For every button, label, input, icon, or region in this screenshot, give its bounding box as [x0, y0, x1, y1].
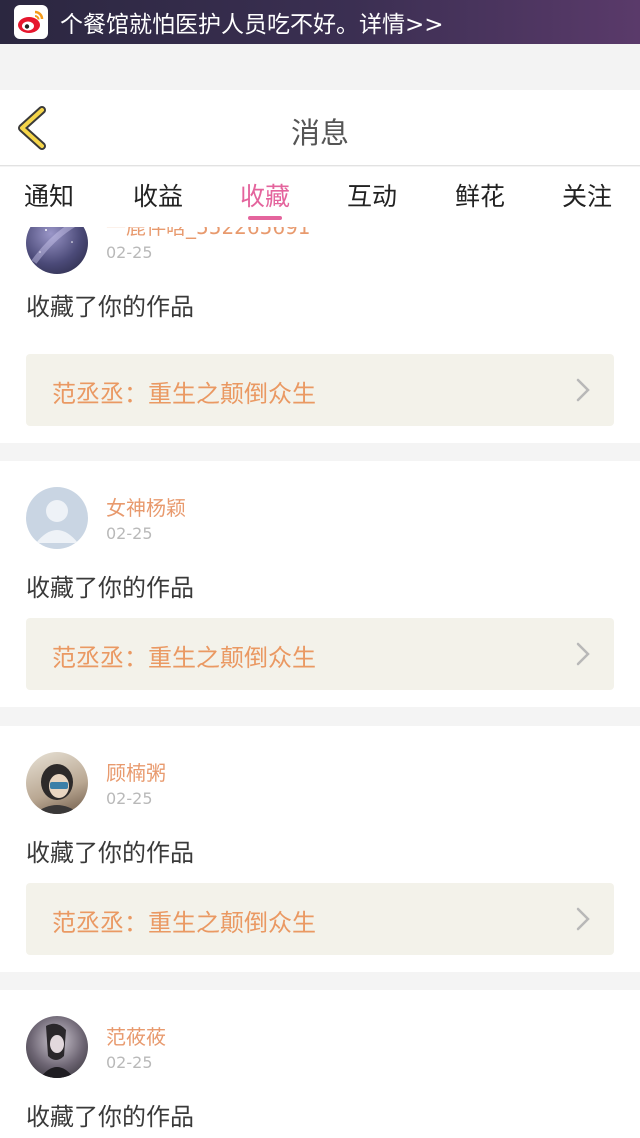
username[interactable]: 范莜莜: [106, 1021, 166, 1050]
tab-bar: 通知 收益 收藏 互动 鲜花 关注: [0, 167, 640, 227]
username[interactable]: 女神杨颖: [106, 492, 186, 521]
tab-favorites[interactable]: 收藏: [240, 177, 290, 213]
avatar[interactable]: [26, 487, 88, 549]
weibo-icon: [14, 5, 48, 39]
timestamp: 02-25: [106, 243, 153, 262]
list-item: 顾楠粥 02-25 收藏了你的作品 范丞丞：重生之颠倒众生: [0, 726, 640, 972]
active-tab-indicator: [248, 216, 282, 220]
timestamp: 02-25: [106, 789, 153, 808]
list-item: 一鹿伴晗_552265691 02-25 收藏了你的作品 范丞丞：重生之颠倒众生: [0, 227, 640, 443]
avatar[interactable]: [26, 752, 88, 814]
notification-banner[interactable]: 个餐馆就怕医护人员吃不好。详情>>: [0, 0, 640, 44]
chevron-right-icon: [576, 642, 590, 666]
work-title: 范丞丞：重生之颠倒众生: [52, 644, 316, 672]
work-title: 范丞丞：重生之颠倒众生: [52, 380, 316, 408]
work-link[interactable]: 范丞丞：重生之颠倒众生: [26, 618, 614, 690]
avatar[interactable]: [26, 1016, 88, 1078]
message-list: 一鹿伴晗_552265691 02-25 收藏了你的作品 范丞丞：重生之颠倒众生…: [0, 227, 640, 1138]
work-link[interactable]: 范丞丞：重生之颠倒众生: [26, 354, 614, 426]
timestamp: 02-25: [106, 524, 153, 543]
avatar[interactable]: [26, 227, 88, 274]
spacer: [0, 44, 640, 90]
page-title: 消息: [290, 116, 349, 150]
action-text: 收藏了你的作品: [26, 1103, 194, 1131]
work-title: 范丞丞：重生之颠倒众生: [52, 909, 316, 937]
action-text: 收藏了你的作品: [26, 293, 194, 321]
top-app-bar: 消息: [0, 90, 640, 166]
action-text: 收藏了你的作品: [26, 574, 194, 602]
tab-notifications[interactable]: 通知: [24, 177, 74, 213]
chevron-right-icon: [576, 907, 590, 931]
list-item: 女神杨颖 02-25 收藏了你的作品 范丞丞：重生之颠倒众生: [0, 461, 640, 707]
notification-text: 个餐馆就怕医护人员吃不好。详情>>: [60, 12, 444, 38]
tab-flowers[interactable]: 鲜花: [455, 177, 505, 213]
default-user-icon: [36, 500, 78, 543]
tab-interactions[interactable]: 互动: [347, 177, 397, 213]
username[interactable]: 顾楠粥: [106, 757, 166, 786]
list-item: 范莜莜 02-25 收藏了你的作品: [0, 990, 640, 1138]
timestamp: 02-25: [106, 1053, 153, 1072]
chevron-right-icon: [576, 378, 590, 402]
action-text: 收藏了你的作品: [26, 839, 194, 867]
tab-earnings[interactable]: 收益: [133, 177, 183, 213]
username[interactable]: 一鹿伴晗_552265691: [106, 227, 311, 240]
work-link[interactable]: 范丞丞：重生之颠倒众生: [26, 883, 614, 955]
tab-following[interactable]: 关注: [562, 177, 612, 213]
